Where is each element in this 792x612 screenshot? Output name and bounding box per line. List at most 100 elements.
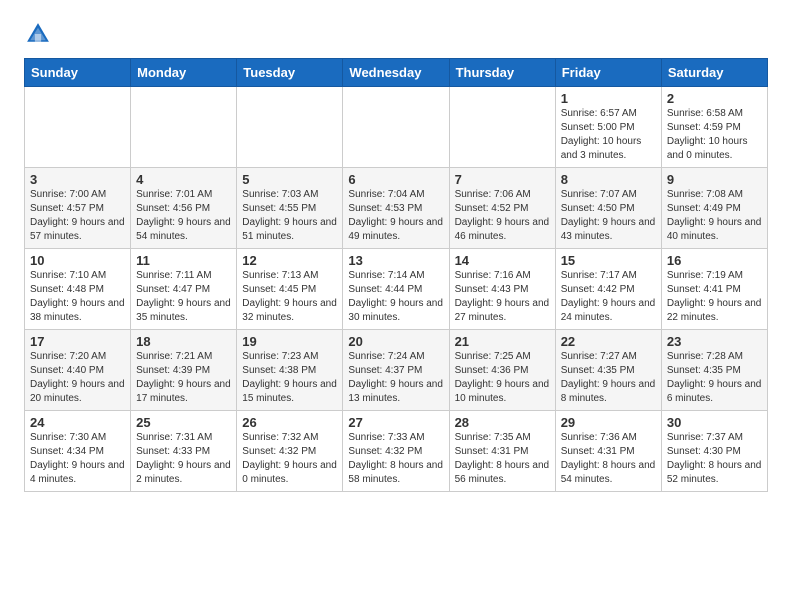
day-info: Sunrise: 7:31 AM Sunset: 4:33 PM Dayligh… (136, 431, 231, 487)
week-row-1: 3Sunrise: 7:00 AM Sunset: 4:57 PM Daylig… (25, 168, 768, 249)
day-info: Sunrise: 7:19 AM Sunset: 4:41 PM Dayligh… (667, 269, 762, 325)
day-number: 4 (136, 172, 231, 187)
day-cell: 2Sunrise: 6:58 AM Sunset: 4:59 PM Daylig… (661, 87, 767, 168)
day-info: Sunrise: 7:32 AM Sunset: 4:32 PM Dayligh… (242, 431, 337, 487)
day-cell: 14Sunrise: 7:16 AM Sunset: 4:43 PM Dayli… (449, 249, 555, 330)
day-number: 26 (242, 415, 337, 430)
day-cell: 4Sunrise: 7:01 AM Sunset: 4:56 PM Daylig… (131, 168, 237, 249)
day-number: 23 (667, 334, 762, 349)
day-info: Sunrise: 7:24 AM Sunset: 4:37 PM Dayligh… (348, 350, 443, 406)
day-number: 13 (348, 253, 443, 268)
day-info: Sunrise: 6:58 AM Sunset: 4:59 PM Dayligh… (667, 107, 762, 163)
day-cell (237, 87, 343, 168)
day-number: 10 (30, 253, 125, 268)
day-info: Sunrise: 7:23 AM Sunset: 4:38 PM Dayligh… (242, 350, 337, 406)
day-info: Sunrise: 7:36 AM Sunset: 4:31 PM Dayligh… (561, 431, 656, 487)
day-cell: 3Sunrise: 7:00 AM Sunset: 4:57 PM Daylig… (25, 168, 131, 249)
logo (24, 20, 56, 48)
day-number: 2 (667, 91, 762, 106)
day-cell: 19Sunrise: 7:23 AM Sunset: 4:38 PM Dayli… (237, 330, 343, 411)
day-info: Sunrise: 7:08 AM Sunset: 4:49 PM Dayligh… (667, 188, 762, 244)
day-info: Sunrise: 7:10 AM Sunset: 4:48 PM Dayligh… (30, 269, 125, 325)
col-header-sunday: Sunday (25, 59, 131, 87)
calendar: SundayMondayTuesdayWednesdayThursdayFrid… (24, 58, 768, 492)
day-info: Sunrise: 7:30 AM Sunset: 4:34 PM Dayligh… (30, 431, 125, 487)
col-header-saturday: Saturday (661, 59, 767, 87)
day-cell: 10Sunrise: 7:10 AM Sunset: 4:48 PM Dayli… (25, 249, 131, 330)
day-info: Sunrise: 7:11 AM Sunset: 4:47 PM Dayligh… (136, 269, 231, 325)
day-info: Sunrise: 7:27 AM Sunset: 4:35 PM Dayligh… (561, 350, 656, 406)
col-header-friday: Friday (555, 59, 661, 87)
day-number: 3 (30, 172, 125, 187)
day-number: 24 (30, 415, 125, 430)
page: SundayMondayTuesdayWednesdayThursdayFrid… (0, 0, 792, 508)
day-cell (25, 87, 131, 168)
day-cell: 18Sunrise: 7:21 AM Sunset: 4:39 PM Dayli… (131, 330, 237, 411)
day-number: 29 (561, 415, 656, 430)
day-cell: 24Sunrise: 7:30 AM Sunset: 4:34 PM Dayli… (25, 411, 131, 492)
day-info: Sunrise: 7:03 AM Sunset: 4:55 PM Dayligh… (242, 188, 337, 244)
day-number: 27 (348, 415, 443, 430)
day-number: 20 (348, 334, 443, 349)
day-number: 16 (667, 253, 762, 268)
day-info: Sunrise: 7:07 AM Sunset: 4:50 PM Dayligh… (561, 188, 656, 244)
header (24, 20, 768, 48)
day-number: 5 (242, 172, 337, 187)
day-number: 17 (30, 334, 125, 349)
day-number: 1 (561, 91, 656, 106)
day-number: 28 (455, 415, 550, 430)
day-cell (449, 87, 555, 168)
day-number: 11 (136, 253, 231, 268)
day-cell: 17Sunrise: 7:20 AM Sunset: 4:40 PM Dayli… (25, 330, 131, 411)
day-cell: 25Sunrise: 7:31 AM Sunset: 4:33 PM Dayli… (131, 411, 237, 492)
day-cell: 7Sunrise: 7:06 AM Sunset: 4:52 PM Daylig… (449, 168, 555, 249)
week-row-3: 17Sunrise: 7:20 AM Sunset: 4:40 PM Dayli… (25, 330, 768, 411)
day-cell: 28Sunrise: 7:35 AM Sunset: 4:31 PM Dayli… (449, 411, 555, 492)
day-cell: 15Sunrise: 7:17 AM Sunset: 4:42 PM Dayli… (555, 249, 661, 330)
day-cell: 8Sunrise: 7:07 AM Sunset: 4:50 PM Daylig… (555, 168, 661, 249)
day-cell: 13Sunrise: 7:14 AM Sunset: 4:44 PM Dayli… (343, 249, 449, 330)
header-row: SundayMondayTuesdayWednesdayThursdayFrid… (25, 59, 768, 87)
day-info: Sunrise: 7:33 AM Sunset: 4:32 PM Dayligh… (348, 431, 443, 487)
col-header-tuesday: Tuesday (237, 59, 343, 87)
day-cell: 12Sunrise: 7:13 AM Sunset: 4:45 PM Dayli… (237, 249, 343, 330)
day-number: 18 (136, 334, 231, 349)
day-info: Sunrise: 7:37 AM Sunset: 4:30 PM Dayligh… (667, 431, 762, 487)
day-cell: 9Sunrise: 7:08 AM Sunset: 4:49 PM Daylig… (661, 168, 767, 249)
day-info: Sunrise: 7:21 AM Sunset: 4:39 PM Dayligh… (136, 350, 231, 406)
day-info: Sunrise: 7:00 AM Sunset: 4:57 PM Dayligh… (30, 188, 125, 244)
day-cell: 20Sunrise: 7:24 AM Sunset: 4:37 PM Dayli… (343, 330, 449, 411)
logo-icon (24, 20, 52, 48)
day-cell: 5Sunrise: 7:03 AM Sunset: 4:55 PM Daylig… (237, 168, 343, 249)
day-cell: 22Sunrise: 7:27 AM Sunset: 4:35 PM Dayli… (555, 330, 661, 411)
day-info: Sunrise: 7:13 AM Sunset: 4:45 PM Dayligh… (242, 269, 337, 325)
day-number: 14 (455, 253, 550, 268)
day-cell: 23Sunrise: 7:28 AM Sunset: 4:35 PM Dayli… (661, 330, 767, 411)
day-info: Sunrise: 7:16 AM Sunset: 4:43 PM Dayligh… (455, 269, 550, 325)
week-row-2: 10Sunrise: 7:10 AM Sunset: 4:48 PM Dayli… (25, 249, 768, 330)
day-number: 22 (561, 334, 656, 349)
day-info: Sunrise: 7:04 AM Sunset: 4:53 PM Dayligh… (348, 188, 443, 244)
day-number: 8 (561, 172, 656, 187)
day-info: Sunrise: 7:28 AM Sunset: 4:35 PM Dayligh… (667, 350, 762, 406)
day-number: 7 (455, 172, 550, 187)
day-info: Sunrise: 7:35 AM Sunset: 4:31 PM Dayligh… (455, 431, 550, 487)
day-info: Sunrise: 6:57 AM Sunset: 5:00 PM Dayligh… (561, 107, 656, 163)
day-number: 6 (348, 172, 443, 187)
day-info: Sunrise: 7:20 AM Sunset: 4:40 PM Dayligh… (30, 350, 125, 406)
col-header-thursday: Thursday (449, 59, 555, 87)
day-cell: 11Sunrise: 7:11 AM Sunset: 4:47 PM Dayli… (131, 249, 237, 330)
day-info: Sunrise: 7:17 AM Sunset: 4:42 PM Dayligh… (561, 269, 656, 325)
day-info: Sunrise: 7:01 AM Sunset: 4:56 PM Dayligh… (136, 188, 231, 244)
day-cell: 29Sunrise: 7:36 AM Sunset: 4:31 PM Dayli… (555, 411, 661, 492)
day-info: Sunrise: 7:06 AM Sunset: 4:52 PM Dayligh… (455, 188, 550, 244)
day-info: Sunrise: 7:14 AM Sunset: 4:44 PM Dayligh… (348, 269, 443, 325)
day-cell: 30Sunrise: 7:37 AM Sunset: 4:30 PM Dayli… (661, 411, 767, 492)
week-row-0: 1Sunrise: 6:57 AM Sunset: 5:00 PM Daylig… (25, 87, 768, 168)
day-cell: 6Sunrise: 7:04 AM Sunset: 4:53 PM Daylig… (343, 168, 449, 249)
col-header-monday: Monday (131, 59, 237, 87)
day-cell: 27Sunrise: 7:33 AM Sunset: 4:32 PM Dayli… (343, 411, 449, 492)
week-row-4: 24Sunrise: 7:30 AM Sunset: 4:34 PM Dayli… (25, 411, 768, 492)
day-number: 19 (242, 334, 337, 349)
day-info: Sunrise: 7:25 AM Sunset: 4:36 PM Dayligh… (455, 350, 550, 406)
